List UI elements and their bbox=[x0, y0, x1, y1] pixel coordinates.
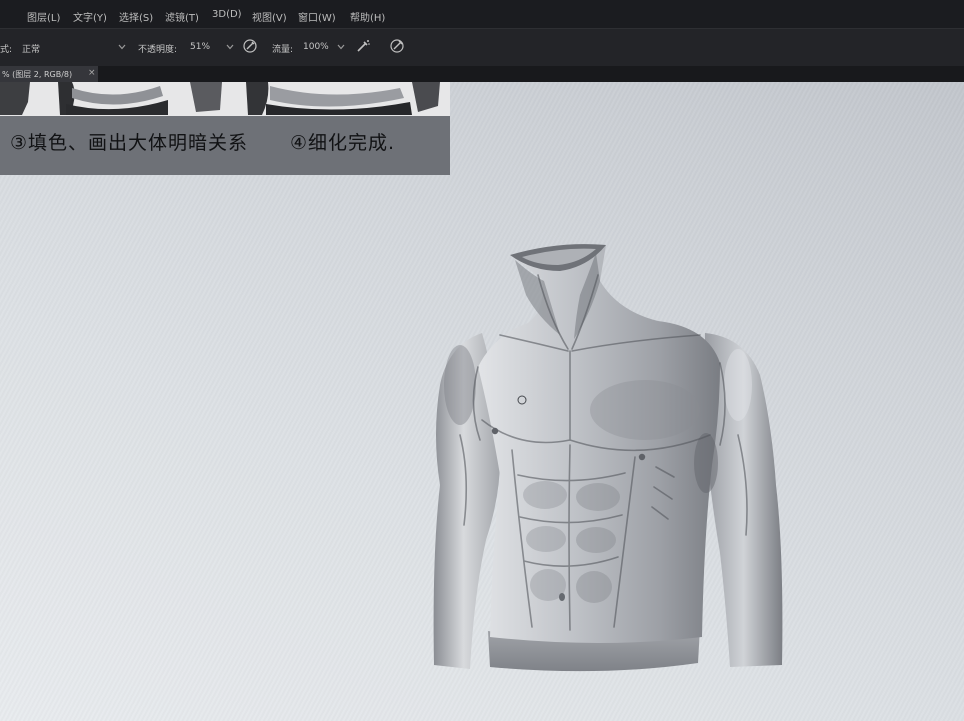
menu-select[interactable]: 选择(S) bbox=[119, 9, 153, 24]
reference-caption-step4: ④细化完成. bbox=[290, 132, 396, 154]
chevron-down-icon[interactable] bbox=[118, 44, 126, 50]
pen-pressure-size-icon[interactable] bbox=[389, 38, 405, 54]
left-deltoid-shadow bbox=[444, 345, 476, 425]
abs-shadow bbox=[523, 481, 567, 509]
reference-caption-step3: ③填色、画出大体明暗关系 bbox=[10, 132, 249, 154]
right-deltoid-highlight bbox=[724, 349, 752, 421]
abs-shadow bbox=[576, 483, 620, 511]
airbrush-icon[interactable] bbox=[355, 38, 371, 54]
blend-mode-select[interactable]: 正常 bbox=[22, 42, 40, 55]
nipple-right bbox=[638, 453, 646, 461]
armpit-shadow bbox=[694, 433, 718, 493]
app-chrome: 图层(L) 文字(Y) 选择(S) 滤镜(T) 3D(D) 视图(V) 窗口(W… bbox=[0, 0, 964, 82]
close-icon[interactable]: × bbox=[88, 68, 96, 78]
tool-options-bar: 式: 正常 不透明度: 51% 流量: 100% bbox=[0, 28, 964, 67]
navel bbox=[559, 593, 565, 601]
chevron-down-icon[interactable] bbox=[226, 44, 234, 50]
opacity-value[interactable]: 51% bbox=[190, 42, 210, 52]
chevron-down-icon[interactable] bbox=[337, 44, 345, 50]
blend-mode-label: 式: bbox=[0, 45, 13, 55]
abs-shadow bbox=[576, 571, 612, 603]
torso-drawing bbox=[433, 244, 783, 672]
abs-shadow bbox=[526, 526, 566, 552]
menu-help[interactable]: 帮助(H) bbox=[350, 9, 385, 24]
menu-window[interactable]: 窗口(W) bbox=[298, 9, 336, 24]
menu-type[interactable]: 文字(Y) bbox=[73, 9, 107, 24]
abs-shadow bbox=[576, 527, 616, 553]
menu-layer[interactable]: 图层(L) bbox=[27, 9, 60, 24]
document-tab-bar: % (图层 2, RGB/8) × bbox=[0, 66, 964, 82]
menu-view[interactable]: 视图(V) bbox=[252, 9, 287, 24]
nipple-left bbox=[491, 427, 499, 435]
right-pec-shadow bbox=[590, 380, 700, 440]
flow-label: 流量: bbox=[272, 45, 294, 55]
document-tab[interactable]: % (图层 2, RGB/8) × bbox=[0, 66, 98, 82]
document-tab-title: % (图层 2, RGB/8) bbox=[2, 70, 73, 79]
menu-3d[interactable]: 3D(D) bbox=[212, 9, 242, 20]
flow-value[interactable]: 100% bbox=[303, 42, 329, 52]
menu-bar: 图层(L) 文字(Y) 选择(S) 滤镜(T) 3D(D) 视图(V) 窗口(W… bbox=[0, 0, 964, 28]
menu-filter[interactable]: 滤镜(T) bbox=[165, 9, 199, 24]
pen-pressure-opacity-icon[interactable] bbox=[242, 38, 258, 54]
opacity-label: 不透明度: bbox=[138, 45, 178, 55]
